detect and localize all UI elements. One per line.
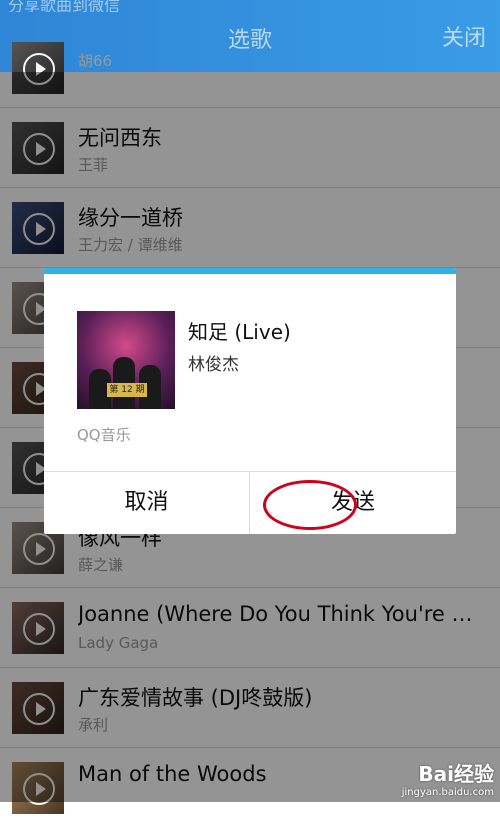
dialog-artist: 林俊杰 — [188, 355, 239, 375]
faded-header-text: 分享歌曲到微信 — [8, 0, 121, 12]
share-dialog: 第 12 期 知足 (Live) 林俊杰 QQ音乐 取消 发送 — [44, 268, 456, 534]
album-cover: 第 12 期 — [77, 311, 175, 409]
highlight-circle — [263, 480, 357, 530]
watermark-logo: Bai经验 — [418, 762, 494, 786]
watermark-site: jingyan.baidu.com — [401, 787, 494, 798]
cancel-button[interactable]: 取消 — [44, 472, 250, 534]
dialog-source: QQ音乐 — [77, 426, 131, 444]
dialog-song-title: 知足 (Live) — [188, 320, 291, 344]
close-button[interactable]: 关闭 — [442, 20, 486, 52]
cover-badge: 第 12 期 — [107, 383, 147, 397]
dialog-accent-bar — [44, 268, 456, 274]
song-artist: 胡66 — [78, 52, 113, 70]
watermark: Bai经验 jingyan.baidu.com — [402, 758, 494, 798]
dialog-buttons: 取消 发送 — [44, 471, 456, 534]
